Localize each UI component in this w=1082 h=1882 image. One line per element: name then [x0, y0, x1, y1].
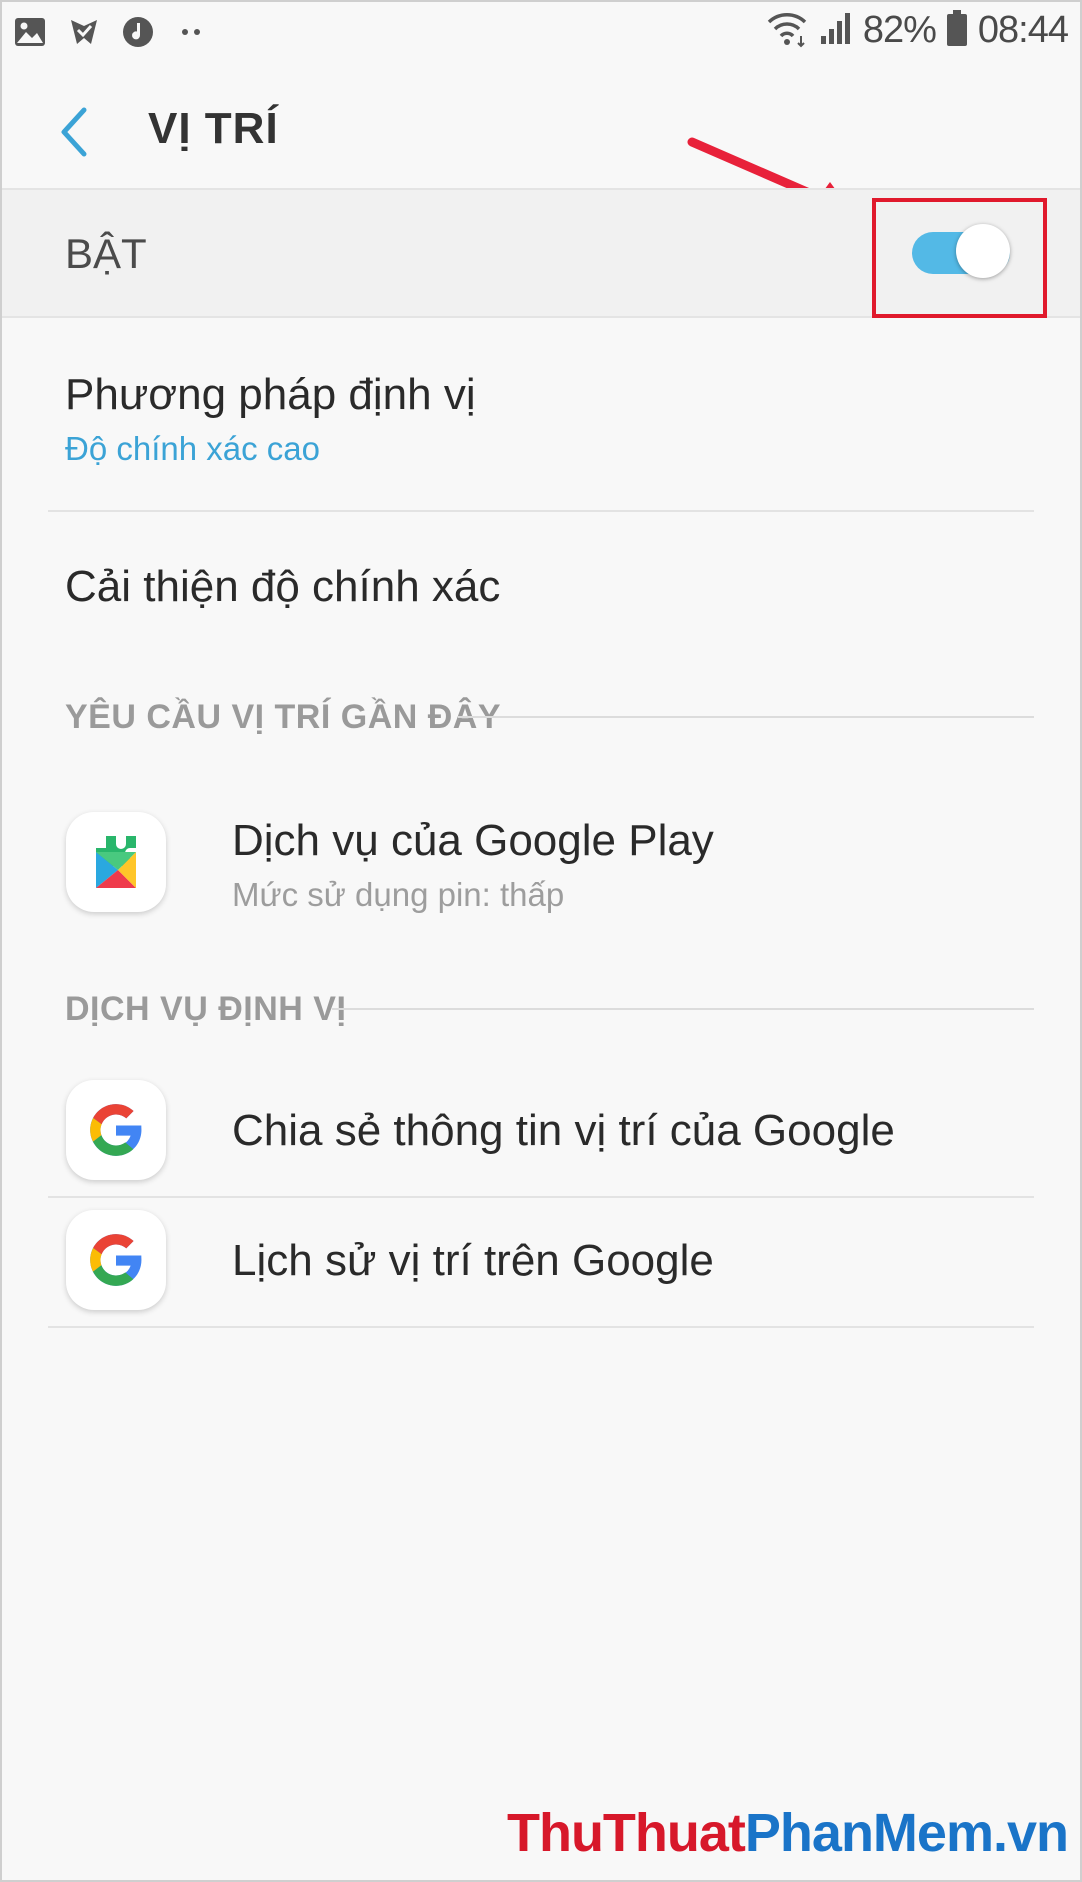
battery-icon: [946, 9, 968, 52]
wifi-icon: [765, 8, 809, 53]
recent-request-item[interactable]: Dịch vụ của Google Play Mức sử dụng pin:…: [0, 790, 1082, 940]
gallery-icon: [12, 14, 48, 50]
google-g-icon: [66, 1210, 166, 1310]
checkmark-badge-icon: [66, 14, 102, 50]
music-note-icon: [120, 14, 156, 50]
battery-percent: 82%: [862, 9, 937, 51]
section-header-location-services: DỊCH VỤ ĐỊNH VỊ: [65, 990, 347, 1028]
improve-accuracy-row[interactable]: Cải thiện độ chính xác: [0, 512, 1082, 662]
location-service-item[interactable]: Lịch sử vị trí trên Google: [0, 1198, 1082, 1328]
system-indicators: 82% 08:44: [765, 8, 1069, 53]
section-divider: [458, 716, 1034, 718]
section-divider: [332, 1008, 1034, 1010]
google-g-icon: [66, 1080, 166, 1180]
annotation-highlight-box: [872, 198, 1047, 318]
switch-label: BẬT: [65, 230, 147, 277]
locating-method-value: Độ chính xác cao: [65, 430, 320, 467]
section-header-recent-requests: YÊU CẦU VỊ TRÍ GẦN ĐÂY: [65, 698, 502, 736]
locating-method-row[interactable]: Phương pháp định vị Độ chính xác cao: [0, 318, 1082, 510]
improve-accuracy-title: Cải thiện độ chính xác: [65, 562, 501, 611]
status-bar: 82% 08:44: [0, 0, 1082, 68]
location-service-item[interactable]: Chia sẻ thông tin vị trí của Google: [0, 1066, 1082, 1196]
app-header: VỊ TRÍ: [0, 68, 1082, 188]
watermark-logo: ThuThuatPhanMem.vn: [506, 1803, 1069, 1863]
signal-icon: [819, 10, 853, 51]
location-service-title: Lịch sử vị trí trên Google: [232, 1236, 714, 1285]
back-button[interactable]: [50, 102, 100, 162]
locating-method-title: Phương pháp định vị: [65, 370, 476, 419]
google-play-services-icon: [66, 812, 166, 912]
page-title: VỊ TRÍ: [148, 104, 279, 153]
recent-request-subtitle: Mức sử dụng pin: thấp: [232, 876, 565, 913]
more-dots-icon: [174, 14, 210, 50]
divider: [48, 1326, 1034, 1328]
recent-request-title: Dịch vụ của Google Play: [232, 816, 714, 865]
chevron-left-icon: [61, 107, 87, 157]
notification-icons: [12, 14, 210, 50]
location-service-title: Chia sẻ thông tin vị trí của Google: [232, 1106, 895, 1155]
clock: 08:44: [977, 9, 1069, 51]
